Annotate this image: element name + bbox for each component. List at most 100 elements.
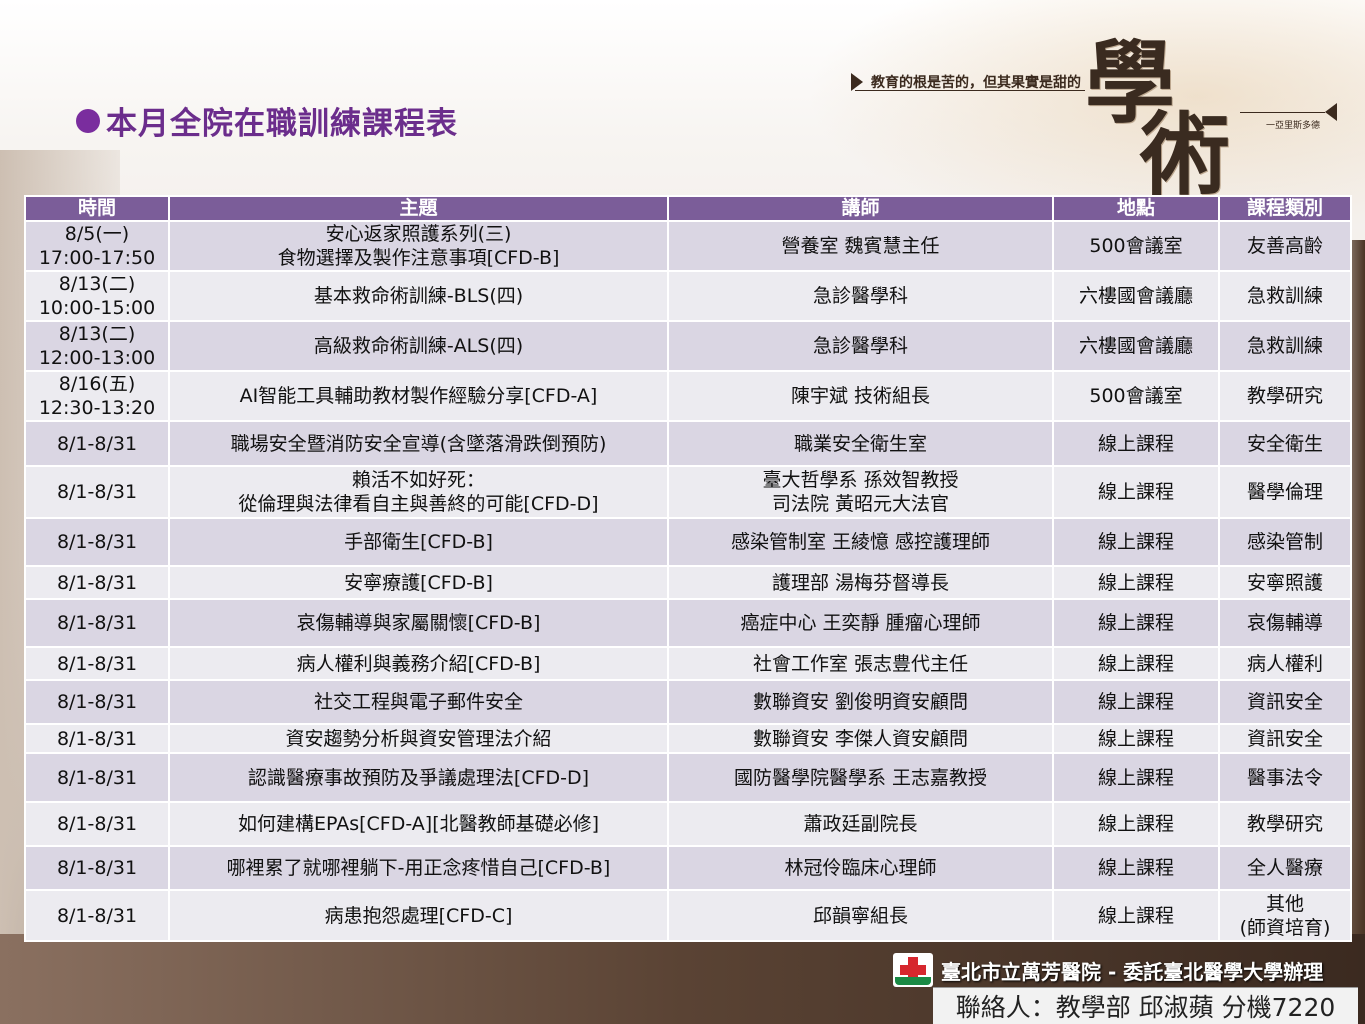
cell-topic: 病患抱怨處理[CFD-C] xyxy=(168,889,669,942)
cell-location: 線上課程 xyxy=(1052,752,1220,803)
cell-category: 急救訓練 xyxy=(1218,270,1352,322)
cell-location: 線上課程 xyxy=(1052,465,1220,519)
cell-location: 500會議室 xyxy=(1052,370,1220,422)
cell-speaker: 臺大哲學系 孫效智教授 司法院 黃昭元大法官 xyxy=(667,465,1054,519)
cell-category: 資訊安全 xyxy=(1218,679,1352,725)
cell-speaker: 林冠伶臨床心理師 xyxy=(667,845,1054,891)
cell-speaker: 急診醫學科 xyxy=(667,270,1054,322)
cell-location: 六樓國會議廳 xyxy=(1052,270,1220,322)
cell-time: 8/5(一) 17:00-17:50 xyxy=(24,220,170,272)
table-row: 8/1-8/31 資安趨勢分析與資安管理法介紹 數聯資安 李傑人資安顧問 線上課程 資訊… xyxy=(24,723,1352,754)
table-row: 8/1-8/31 病人權利與義務介紹[CFD-B] 社會工作室 張志豊代主任 線上課程… xyxy=(24,646,1352,681)
cell-time: 8/1-8/31 xyxy=(24,679,170,725)
table-row: 8/1-8/31 安寧療護[CFD-B] 護理部 湯梅芬督導長 線上課程 安寧照護 xyxy=(24,565,1352,600)
page-title: 本月全院在職訓練課程表 xyxy=(76,98,458,143)
cell-category: 病人權利 xyxy=(1218,646,1352,681)
table-row: 8/13(二) 10:00-15:00 基本救命術訓練-BLS(四) 急診醫學科 六樓… xyxy=(24,270,1352,322)
cell-speaker: 數聯資安 劉俊明資安顧問 xyxy=(667,679,1054,725)
cell-time: 8/13(二) 12:00-13:00 xyxy=(24,320,170,372)
cell-time: 8/1-8/31 xyxy=(24,646,170,681)
cell-category: 哀傷輔導 xyxy=(1218,598,1352,648)
cell-category: 教學研究 xyxy=(1218,801,1352,847)
cell-time: 8/16(五) 12:30-13:20 xyxy=(24,370,170,422)
cell-time: 8/13(二) 10:00-15:00 xyxy=(24,270,170,322)
cell-topic: 手部衛生[CFD-B] xyxy=(168,517,669,567)
header-speaker: 講師 xyxy=(667,195,1054,222)
cell-speaker: 陳宇斌 技術組長 xyxy=(667,370,1054,422)
table-row: 8/16(五) 12:30-13:20 AI智能工具輔助教材製作經驗分享[CFD-… xyxy=(24,370,1352,422)
cell-location: 線上課程 xyxy=(1052,679,1220,725)
cell-speaker: 感染管制室 王綾憶 感控護理師 xyxy=(667,517,1054,567)
header-time: 時間 xyxy=(24,195,170,222)
cell-speaker: 急診醫學科 xyxy=(667,320,1054,372)
cell-location: 500會議室 xyxy=(1052,220,1220,272)
cell-location: 線上課程 xyxy=(1052,889,1220,942)
cell-time: 8/1-8/31 xyxy=(24,723,170,754)
cell-topic: 賴活不如好死： 從倫理與法律看自主與善終的可能[CFD-D] xyxy=(168,465,669,519)
cell-speaker: 職業安全衛生室 xyxy=(667,420,1054,467)
cell-speaker: 癌症中心 王奕靜 腫瘤心理師 xyxy=(667,598,1054,648)
page-title-text: 本月全院在職訓練課程表 xyxy=(106,106,458,142)
cell-topic: 安心返家照護系列(三) 食物選擇及製作注意事項[CFD-B] xyxy=(168,220,669,272)
table-row: 8/1-8/31 病患抱怨處理[CFD-C] 邱韻寧組長 線上課程 其他 (師資培育) xyxy=(24,889,1352,942)
cell-topic: 安寧療護[CFD-B] xyxy=(168,565,669,600)
cell-category: 醫學倫理 xyxy=(1218,465,1352,519)
table-row: 8/1-8/31 哪裡累了就哪裡躺下-用正念疼惜自己[CFD-B] 林冠伶臨床心理師… xyxy=(24,845,1352,891)
hospital-name: 臺北市立萬芳醫院 - 委託臺北醫學大學辦理 xyxy=(941,959,1324,984)
cell-speaker: 國防醫學院醫學系 王志嘉教授 xyxy=(667,752,1054,803)
cell-location: 線上課程 xyxy=(1052,801,1220,847)
cell-topic: 基本救命術訓練-BLS(四) xyxy=(168,270,669,322)
header-location: 地點 xyxy=(1052,195,1220,222)
cell-category: 其他 (師資培育) xyxy=(1218,889,1352,942)
cell-location: 線上課程 xyxy=(1052,723,1220,754)
cell-location: 線上課程 xyxy=(1052,845,1220,891)
cell-time: 8/1-8/31 xyxy=(24,517,170,567)
cell-speaker: 營養室 魏賓慧主任 xyxy=(667,220,1054,272)
cell-speaker: 邱韻寧組長 xyxy=(667,889,1054,942)
table-row: 8/1-8/31 哀傷輔導與家屬關懷[CFD-B] 癌症中心 王奕靜 腫瘤心理師 線上… xyxy=(24,598,1352,648)
contact-info: 聯絡人：教學部 邱淑蘋 分機7220 xyxy=(933,987,1358,1024)
cell-category: 急救訓練 xyxy=(1218,320,1352,372)
cell-category: 感染管制 xyxy=(1218,517,1352,567)
cell-topic: 如何建構EPAs[CFD-A][北醫教師基礎必修] xyxy=(168,801,669,847)
table-row: 8/1-8/31 認識醫療事故預防及爭議處理法[CFD-D] 國防醫學院醫學系 王志… xyxy=(24,752,1352,803)
cell-time: 8/1-8/31 xyxy=(24,889,170,942)
cell-time: 8/1-8/31 xyxy=(24,465,170,519)
cell-category: 安全衛生 xyxy=(1218,420,1352,467)
header-topic: 主題 xyxy=(168,195,669,222)
motto-banner: 教育的根是苦的，但其果實是甜的 xyxy=(851,72,1081,92)
cell-topic: 認識醫療事故預防及爭議處理法[CFD-D] xyxy=(168,752,669,803)
cell-topic: 哪裡累了就哪裡躺下-用正念疼惜自己[CFD-B] xyxy=(168,845,669,891)
cell-location: 六樓國會議廳 xyxy=(1052,320,1220,372)
cell-time: 8/1-8/31 xyxy=(24,565,170,600)
table-row: 8/5(一) 17:00-17:50 安心返家照護系列(三) 食物選擇及製作注意事… xyxy=(24,220,1352,272)
motto-right-arrow-icon xyxy=(1325,103,1337,121)
motto-title-char-2: 術 xyxy=(1140,102,1230,208)
table-body: 8/5(一) 17:00-17:50 安心返家照護系列(三) 食物選擇及製作注意事… xyxy=(24,220,1352,942)
cell-time: 8/1-8/31 xyxy=(24,420,170,467)
cell-topic: AI智能工具輔助教材製作經驗分享[CFD-A] xyxy=(168,370,669,422)
cell-topic: 職場安全暨消防安全宣導(含墜落滑跌倒預防) xyxy=(168,420,669,467)
motto-attribution: 一亞里斯多德 xyxy=(1266,121,1321,131)
cell-category: 全人醫療 xyxy=(1218,845,1352,891)
cell-location: 線上課程 xyxy=(1052,517,1220,567)
hospital-logo-icon xyxy=(893,953,933,987)
hospital-footer: 臺北市立萬芳醫院 - 委託臺北醫學大學辦理 xyxy=(893,953,1323,987)
cell-time: 8/1-8/31 xyxy=(24,845,170,891)
table-header-row: 時間 主題 講師 地點 課程類別 xyxy=(24,195,1352,222)
cell-topic: 社交工程與電子郵件安全 xyxy=(168,679,669,725)
cell-speaker: 數聯資安 李傑人資安顧問 xyxy=(667,723,1054,754)
cell-speaker: 社會工作室 張志豊代主任 xyxy=(667,646,1054,681)
table-row: 8/1-8/31 如何建構EPAs[CFD-A][北醫教師基礎必修] 蕭政廷副院長線… xyxy=(24,801,1352,847)
motto-text: 教育的根是苦的，但其果實是甜的 xyxy=(871,75,1081,91)
cell-category: 教學研究 xyxy=(1218,370,1352,422)
cell-speaker: 蕭政廷副院長 xyxy=(667,801,1054,847)
table-row: 8/13(二) 12:00-13:00 高級救命術訓練-ALS(四) 急診醫學科 六樓… xyxy=(24,320,1352,372)
table-row: 8/1-8/31 職場安全暨消防安全宣導(含墜落滑跌倒預防) 職業安全衛生室 線上課程… xyxy=(24,420,1352,467)
motto-rule xyxy=(855,90,1085,91)
cell-category: 資訊安全 xyxy=(1218,723,1352,754)
cell-speaker: 護理部 湯梅芬督導長 xyxy=(667,565,1054,600)
cell-location: 線上課程 xyxy=(1052,565,1220,600)
cell-category: 醫事法令 xyxy=(1218,752,1352,803)
bullet-dot-icon xyxy=(76,108,100,133)
